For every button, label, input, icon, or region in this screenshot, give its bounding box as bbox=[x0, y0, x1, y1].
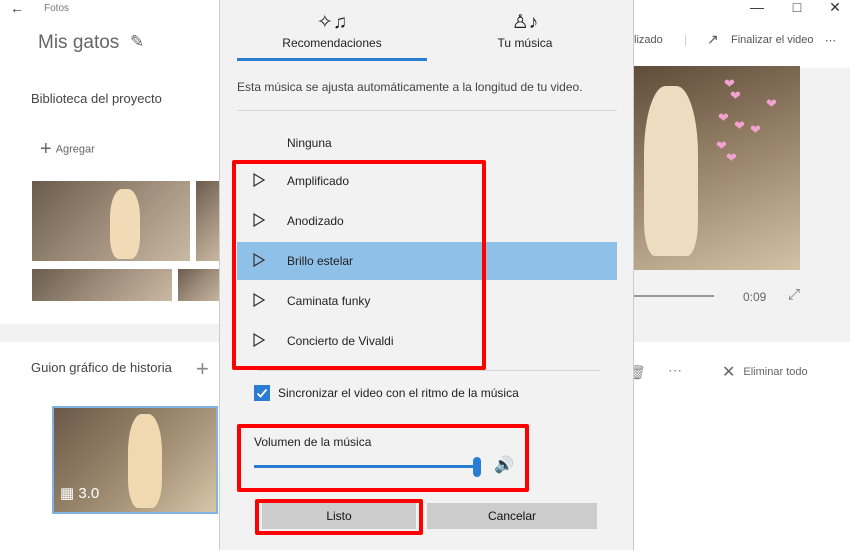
tab-your-music[interactable]: ♙♪ Tu música bbox=[430, 12, 620, 60]
tab-recommendations[interactable]: ✧♫ Recomendaciones bbox=[237, 12, 427, 60]
media-thumbnail[interactable] bbox=[32, 269, 172, 301]
song-option-none[interactable]: Ninguna bbox=[237, 124, 617, 162]
plus-icon: + bbox=[40, 138, 52, 160]
heart-effect: ❤ bbox=[730, 88, 741, 103]
storyboard-card[interactable]: ▦ 3.0 bbox=[52, 406, 218, 514]
app-name: Fotos bbox=[44, 3, 70, 14]
remove-all-button[interactable]: ✕ Eliminar todo bbox=[722, 362, 808, 382]
heart-effect: ❤ bbox=[766, 96, 777, 111]
song-label: Ninguna bbox=[287, 136, 332, 150]
cancel-button[interactable]: Cancelar bbox=[427, 503, 597, 529]
media-thumbnail[interactable] bbox=[32, 181, 190, 261]
play-icon[interactable] bbox=[253, 333, 265, 347]
tab-label: Recomendaciones bbox=[282, 36, 382, 50]
song-option[interactable]: Amplificado bbox=[237, 162, 617, 200]
volume-slider-track[interactable] bbox=[254, 465, 478, 468]
header-divider: | bbox=[684, 34, 687, 46]
image-icon: ▦ bbox=[60, 485, 75, 502]
maximize-icon[interactable]: □ bbox=[782, 0, 812, 18]
fullscreen-icon[interactable]: ⤢ bbox=[788, 286, 800, 303]
dialog-description: Esta música se ajusta automáticamente a … bbox=[237, 80, 583, 94]
media-thumbnail[interactable] bbox=[178, 269, 222, 301]
cat-image bbox=[110, 189, 140, 259]
done-button[interactable]: Listo bbox=[262, 503, 416, 529]
divider bbox=[237, 110, 617, 111]
storyboard-title: Guion gráfico de historia bbox=[31, 360, 172, 375]
cat-image bbox=[644, 86, 698, 256]
play-icon[interactable] bbox=[253, 213, 265, 227]
volume-slider-thumb[interactable] bbox=[473, 457, 481, 477]
minimize-icon[interactable]: — bbox=[742, 0, 772, 18]
song-option[interactable]: Anodizado bbox=[237, 202, 617, 240]
play-icon[interactable] bbox=[253, 253, 265, 267]
song-label: Caminata funky bbox=[287, 294, 371, 308]
divider bbox=[258, 370, 600, 371]
heart-effect: ❤ bbox=[750, 122, 761, 137]
cat-image bbox=[128, 414, 162, 508]
partial-header-button[interactable]: lizado bbox=[634, 34, 663, 46]
heart-effect: ❤ bbox=[734, 118, 745, 133]
add-storyboard-icon[interactable]: + bbox=[196, 356, 209, 382]
card-duration: ▦ 3.0 bbox=[60, 484, 99, 502]
sync-label[interactable]: Sincronizar el video con el ritmo de la … bbox=[278, 386, 519, 400]
more-options-icon[interactable]: ⋯ bbox=[825, 34, 837, 47]
finish-video-button[interactable]: Finalizar el video bbox=[731, 34, 814, 46]
x-icon: ✕ bbox=[722, 364, 736, 381]
play-icon[interactable] bbox=[253, 173, 265, 187]
play-icon[interactable] bbox=[253, 293, 265, 307]
sync-checkbox[interactable] bbox=[254, 385, 270, 401]
back-arrow-icon[interactable]: ← bbox=[10, 0, 24, 16]
project-title[interactable]: Mis gatos bbox=[38, 32, 119, 54]
add-media-button[interactable]: + Agregar bbox=[40, 138, 95, 161]
song-option[interactable]: Caminata funky bbox=[237, 282, 617, 320]
background-music-dialog: ✧♫ Recomendaciones ♙♪ Tu música Esta mús… bbox=[219, 0, 634, 550]
speaker-icon[interactable]: 🔊 bbox=[494, 455, 514, 475]
close-icon[interactable]: ✕ bbox=[820, 0, 850, 18]
more-options-icon[interactable]: ⋯ bbox=[668, 362, 683, 379]
song-label: Brillo estelar bbox=[287, 254, 354, 268]
project-library: Biblioteca del proyecto + Agregar bbox=[0, 68, 222, 324]
remove-all-label: Eliminar todo bbox=[743, 365, 808, 378]
person-music-icon: ♙♪ bbox=[511, 12, 539, 33]
heart-effect: ❤ bbox=[726, 150, 737, 165]
seek-bar[interactable] bbox=[634, 295, 714, 297]
add-label: Agregar bbox=[55, 143, 95, 156]
duration-value: 3.0 bbox=[78, 485, 100, 502]
song-option[interactable]: Concierto de Vivaldi bbox=[237, 322, 617, 360]
share-icon[interactable]: ↗ bbox=[707, 31, 719, 48]
sparkle-music-icon: ✧♫ bbox=[316, 12, 348, 33]
volume-label: Volumen de la música bbox=[254, 435, 372, 449]
song-label: Amplificado bbox=[287, 174, 350, 188]
tab-label: Tu música bbox=[497, 36, 553, 50]
checkmark-icon bbox=[256, 388, 268, 398]
video-preview[interactable]: ❤ ❤ ❤ ❤ ❤ ❤ ❤ ❤ bbox=[634, 66, 800, 270]
library-title: Biblioteca del proyecto bbox=[31, 91, 162, 106]
song-option-selected[interactable]: Brillo estelar bbox=[237, 242, 617, 280]
active-tab-indicator bbox=[237, 58, 427, 61]
song-label: Anodizado bbox=[287, 214, 344, 228]
song-label: Concierto de Vivaldi bbox=[287, 334, 394, 348]
playback-time: 0:09 bbox=[743, 290, 767, 304]
heart-effect: ❤ bbox=[718, 110, 729, 125]
pencil-icon[interactable]: ✎ bbox=[130, 32, 144, 52]
